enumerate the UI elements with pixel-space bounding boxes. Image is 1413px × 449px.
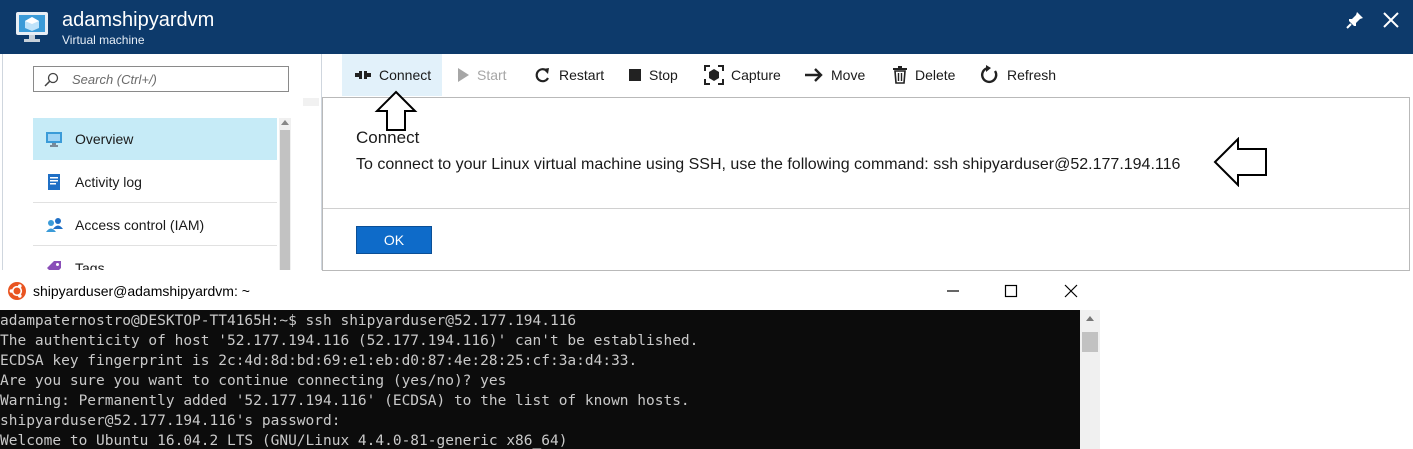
command-bar: Connect Start Restart Stop Capture Move	[322, 54, 1410, 98]
sidebar-scrollbar[interactable]	[279, 118, 291, 270]
monitor-icon	[46, 132, 62, 147]
stop-button[interactable]: Stop	[628, 54, 678, 96]
terminal-line: shipyarduser@52.177.194.116's password:	[0, 413, 341, 429]
terminal-scrollbar[interactable]	[1080, 310, 1100, 449]
terminal-line: ECDSA key fingerprint is 2c:4d:8d:bd:69:…	[0, 353, 638, 369]
annotation-arrow-left-icon	[1213, 137, 1267, 187]
restart-button[interactable]: Restart	[534, 54, 604, 96]
arrow-right-icon	[805, 68, 823, 82]
start-label: Start	[477, 67, 507, 83]
window-close-icon[interactable]	[1060, 280, 1082, 302]
connect-plug-icon	[355, 71, 371, 79]
ssh-connect-message: To connect to your Linux virtual machine…	[356, 156, 1181, 173]
terminal-line: Welcome to Ubuntu 16.04.2 LTS (GNU/Linux…	[0, 433, 568, 449]
restart-label: Restart	[559, 67, 605, 83]
search-input[interactable]	[72, 70, 282, 88]
terminal-titlebar: shipyarduser@adamshipyardvm: ~	[0, 272, 1100, 310]
activity-log-icon	[48, 174, 60, 190]
scroll-up-arrow-icon[interactable]	[1086, 316, 1094, 321]
sidebar-item-activity-log[interactable]: Activity log	[33, 161, 277, 203]
trash-icon	[893, 66, 907, 84]
move-button[interactable]: Move	[804, 54, 865, 96]
terminal-line: adampaternostro@DESKTOP-TT4165H:~$ ssh s…	[0, 313, 577, 329]
sidebar-item-label: Overview	[75, 131, 134, 147]
scroll-stub	[303, 98, 319, 106]
refresh-label: Refresh	[1007, 67, 1057, 83]
terminal-title: shipyarduser@adamshipyardvm: ~	[33, 283, 250, 299]
ubuntu-logo-icon	[8, 282, 26, 300]
maximize-icon[interactable]	[1000, 280, 1022, 302]
stop-label: Stop	[649, 67, 678, 83]
restart-icon	[535, 68, 549, 83]
refresh-icon	[981, 65, 998, 84]
sidebar-item-tags[interactable]: Tags	[33, 247, 277, 270]
search-icon	[44, 72, 59, 87]
capture-label: Capture	[731, 67, 781, 83]
play-icon	[458, 68, 469, 82]
connect-label: Connect	[379, 67, 432, 83]
annotation-arrow-up-icon	[374, 90, 418, 131]
search-box[interactable]	[33, 66, 289, 92]
sidebar-item-label: Tags	[75, 260, 105, 270]
resource-menu: Overview Activity log Access control (IA…	[2, 54, 322, 270]
tag-icon	[47, 261, 61, 270]
terminal-line: Warning: Permanently added '52.177.194.1…	[0, 393, 690, 409]
capture-button[interactable]: Capture	[704, 54, 781, 96]
start-button[interactable]: Start	[456, 54, 507, 96]
users-icon	[46, 218, 63, 232]
sidebar-item-overview[interactable]: Overview	[33, 118, 277, 160]
terminal-line: Are you sure you want to continue connec…	[0, 373, 507, 389]
scroll-thumb[interactable]	[1082, 332, 1098, 352]
refresh-button[interactable]: Refresh	[980, 54, 1056, 96]
move-label: Move	[831, 67, 866, 83]
sidebar-item-access-control[interactable]: Access control (IAM)	[33, 204, 277, 246]
scroll-up-arrow-icon[interactable]	[281, 120, 289, 125]
terminal-output[interactable]: adampaternostro@DESKTOP-TT4165H:~$ ssh s…	[0, 310, 1080, 449]
terminal-line: The authenticity of host '52.177.194.116…	[0, 333, 699, 349]
delete-label: Delete	[915, 67, 956, 83]
stop-icon	[629, 69, 641, 81]
divider	[323, 208, 1409, 209]
close-icon[interactable]	[1380, 9, 1402, 31]
blade-title: adamshipyardvm	[62, 9, 215, 31]
delete-button[interactable]: Delete	[892, 54, 955, 96]
ok-button[interactable]: OK	[356, 226, 432, 254]
scroll-thumb[interactable]	[280, 130, 290, 270]
blade-subtitle: Virtual machine	[62, 33, 145, 47]
blade-header: adamshipyardvm Virtual machine	[0, 0, 1413, 54]
minimize-icon[interactable]	[942, 280, 964, 302]
virtual-machine-icon	[16, 12, 48, 42]
sidebar-item-label: Access control (IAM)	[75, 217, 205, 233]
sidebar-item-label: Activity log	[75, 174, 142, 190]
pin-icon[interactable]	[1344, 9, 1366, 31]
capture-icon	[704, 65, 724, 85]
